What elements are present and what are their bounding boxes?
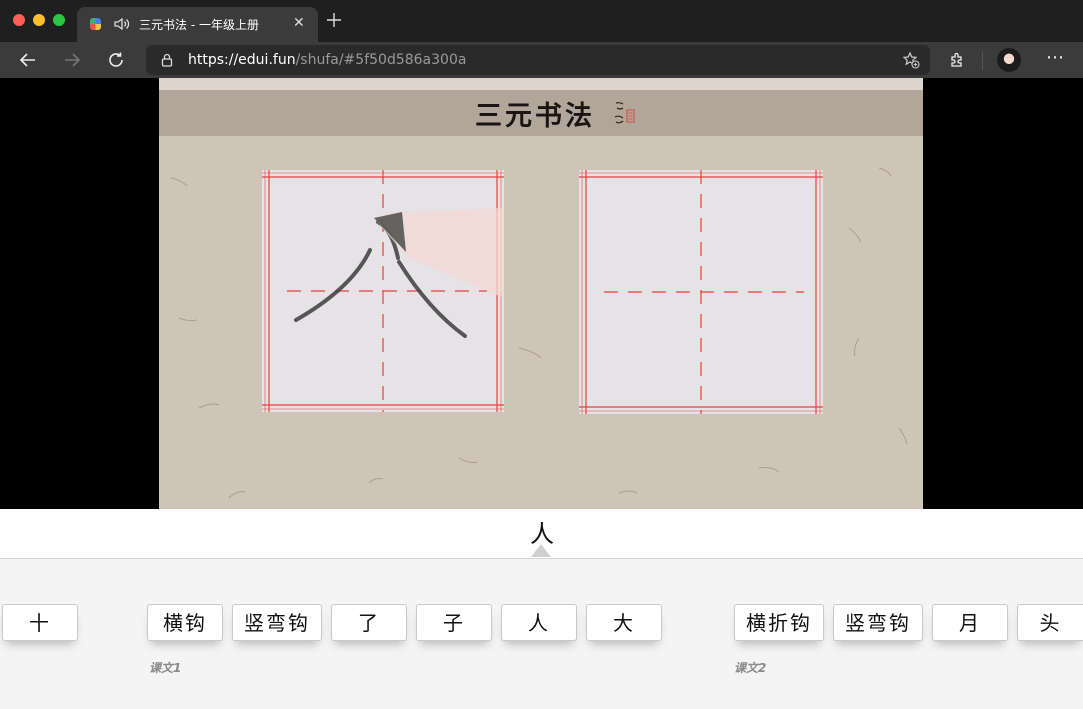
- url-host: https://edui.fun: [188, 52, 296, 68]
- stroke-item[interactable]: 竖弯钩: [232, 604, 322, 641]
- maximize-window-button[interactable]: [53, 14, 65, 26]
- stroke-item[interactable]: 头: [1017, 604, 1083, 641]
- stroke-item[interactable]: 横折钩: [734, 604, 824, 641]
- tab-close-icon[interactable]: ✕: [293, 15, 305, 31]
- more-menu-icon[interactable]: ⋯: [1046, 47, 1065, 68]
- audio-playing-icon[interactable]: [113, 15, 131, 33]
- back-icon[interactable]: [19, 51, 37, 69]
- video-player[interactable]: 三元书法: [0, 78, 1083, 509]
- browser-title-bar: 三元书法 - 一年级上册 ✕: [0, 0, 1083, 42]
- lesson-label: 课文1: [149, 661, 182, 675]
- stroke-item[interactable]: 了: [331, 604, 407, 641]
- forward-icon[interactable]: [63, 51, 81, 69]
- browser-tab[interactable]: 三元书法 - 一年级上册 ✕: [77, 7, 318, 42]
- selection-pointer-icon: [531, 544, 551, 557]
- stroke-item[interactable]: 竖弯钩: [833, 604, 923, 641]
- address-bar[interactable]: https://edui.fun/shufa/#5f50d586a300a: [146, 45, 930, 75]
- new-tab-icon[interactable]: [326, 12, 342, 28]
- add-favorite-icon[interactable]: [902, 51, 920, 69]
- extensions-icon[interactable]: [948, 51, 966, 69]
- stroke-item[interactable]: 子: [416, 604, 492, 641]
- banner-top-strip: [159, 78, 923, 90]
- close-window-button[interactable]: [13, 14, 25, 26]
- site-favicon-icon: [90, 18, 101, 30]
- profile-avatar[interactable]: [997, 48, 1021, 72]
- brand-logo: 三元书法: [475, 101, 595, 132]
- browser-toolbar: https://edui.fun/shufa/#5f50d586a300a ⋯: [0, 42, 1083, 78]
- calligraphy-video-frame: 三元书法: [159, 78, 923, 509]
- stroke-item[interactable]: 人: [501, 604, 577, 641]
- lock-icon[interactable]: [160, 53, 174, 67]
- tab-title: 三元书法 - 一年级上册: [139, 18, 259, 32]
- stroke-item[interactable]: 大: [586, 604, 662, 641]
- tian-grid-practice: [579, 170, 823, 414]
- stroke-item[interactable]: 月: [932, 604, 1008, 641]
- minimize-window-button[interactable]: [33, 14, 45, 26]
- url-path: /shufa/#5f50d586a300a: [295, 52, 467, 68]
- seal-stamp-icon: [614, 102, 635, 124]
- stroke-item[interactable]: 十: [2, 604, 78, 641]
- toolbar-divider: [982, 52, 983, 70]
- refresh-icon[interactable]: [107, 51, 125, 69]
- stroke-list[interactable]: 十 横钩 竖弯钩 了 子 人 大 横折钩 竖弯钩 月 头 课文1 课文2: [0, 559, 1083, 709]
- lesson-label: 课文2: [734, 661, 767, 675]
- stroke-item[interactable]: 横钩: [147, 604, 223, 641]
- current-character-panel: 人: [0, 509, 1083, 559]
- tian-grid-demo: [262, 170, 504, 412]
- url-text[interactable]: https://edui.fun/shufa/#5f50d586a300a: [188, 52, 466, 68]
